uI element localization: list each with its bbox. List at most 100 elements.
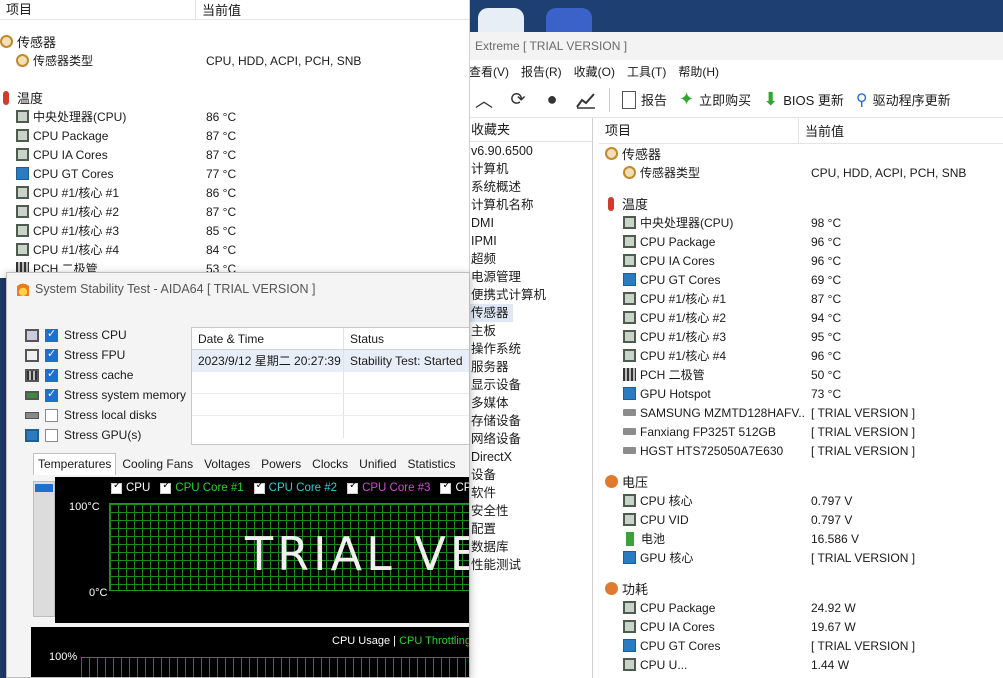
- table-row[interactable]: CPU Package 96 °C: [605, 232, 1003, 251]
- refresh-icon[interactable]: ⟳: [507, 89, 529, 111]
- log-col-status[interactable]: Status: [344, 328, 384, 349]
- table-row[interactable]: CPU #1/核心 #3 95 °C: [605, 327, 1003, 346]
- group-sensor[interactable]: 传感器: [605, 144, 1003, 163]
- log-row[interactable]: 2023/9/12 星期二 20:27:39 Stability Test: S…: [192, 350, 469, 372]
- group-voltage[interactable]: 电压: [605, 472, 1003, 491]
- table-row[interactable]: HGST HTS725050A7E630 [ TRIAL VERSION ]: [605, 441, 1003, 460]
- nav-item-network[interactable]: 网络设备: [463, 430, 592, 448]
- nav-item-summary[interactable]: 系统概述: [463, 178, 592, 196]
- nav-item-directx[interactable]: DirectX: [463, 448, 592, 466]
- column-item[interactable]: 项目: [0, 0, 196, 19]
- menu-report[interactable]: 报告(R): [521, 63, 562, 80]
- nav-item-storage[interactable]: 存储设备: [463, 412, 592, 430]
- table-row[interactable]: CPU #1/核心 #3 85 °C: [0, 221, 469, 240]
- menu-help[interactable]: 帮助(H): [678, 63, 719, 80]
- tab-statistics[interactable]: Statistics: [403, 453, 461, 475]
- table-row[interactable]: GPU 核心 [ TRIAL VERSION ]: [605, 548, 1003, 567]
- nav-item-os[interactable]: 操作系统: [463, 340, 592, 358]
- menu-tools[interactable]: 工具(T): [627, 63, 666, 80]
- legend-checkbox[interactable]: [440, 480, 452, 494]
- desktop-app-icon[interactable]: [478, 8, 524, 34]
- up-arrow-icon[interactable]: ︿: [473, 89, 495, 111]
- table-row[interactable]: CPU U... 1.44 W: [605, 655, 1003, 674]
- group-temperature[interactable]: 温度: [605, 194, 1003, 213]
- nav-item-sensor[interactable]: 传感器: [463, 304, 513, 322]
- nav-item-display[interactable]: 显示设备: [463, 376, 592, 394]
- window-title-bar[interactable]: System Stability Test - AIDA64 [ TRIAL V…: [7, 273, 469, 305]
- table-row[interactable]: CPU #1/核心 #2 87 °C: [0, 202, 469, 221]
- stress-fpu-checkbox[interactable]: [45, 347, 58, 362]
- table-row[interactable]: CPU #1/核心 #2 94 °C: [605, 308, 1003, 327]
- tab-powers[interactable]: Powers: [256, 453, 306, 475]
- table-row[interactable]: CPU Package 87 °C: [0, 126, 469, 145]
- nav-item-computer-name[interactable]: 计算机名称: [463, 196, 592, 214]
- table-row[interactable]: CPU 核心 0.797 V: [605, 491, 1003, 510]
- nav-item-version[interactable]: v6.90.6500: [463, 142, 592, 160]
- nav-item-portable[interactable]: 便携式计算机: [463, 286, 592, 304]
- stress-gpu-option[interactable]: Stress GPU(s): [25, 425, 195, 445]
- table-row[interactable]: CPU #1/核心 #1 86 °C: [0, 183, 469, 202]
- tab-clocks[interactable]: Clocks: [307, 453, 353, 475]
- bios-update-button[interactable]: ⬇ BIOS 更新: [763, 89, 844, 110]
- table-row[interactable]: CPU VID 0.797 V: [605, 510, 1003, 529]
- nav-item-devices[interactable]: 设备: [463, 466, 592, 484]
- legend-core3[interactable]: CPU Core #3: [347, 480, 430, 494]
- legend-checkbox[interactable]: [160, 480, 172, 494]
- group-temperature[interactable]: 温度: [0, 88, 469, 107]
- table-row[interactable]: CPU #1/核心 #4 84 °C: [0, 240, 469, 259]
- nav-item-security[interactable]: 安全性: [463, 502, 592, 520]
- stress-cache-option[interactable]: Stress cache: [25, 365, 195, 385]
- legend-core1[interactable]: CPU Core #1: [160, 480, 244, 494]
- table-row[interactable]: 中央处理器(CPU) 98 °C: [605, 213, 1003, 232]
- nav-item-database[interactable]: 数据库: [463, 538, 592, 556]
- legend-checkbox[interactable]: [347, 480, 359, 494]
- nav-item-dmi[interactable]: DMI: [463, 214, 592, 232]
- table-row[interactable]: PCH 二极管 50 °C: [605, 365, 1003, 384]
- stress-cache-checkbox[interactable]: [45, 367, 58, 382]
- favorites-header[interactable]: 收藏夹: [463, 118, 592, 142]
- table-row[interactable]: 电池 16.586 V: [605, 529, 1003, 548]
- tab-unified[interactable]: Unified: [354, 453, 401, 475]
- nav-item-ipmi[interactable]: IPMI: [463, 232, 592, 250]
- chart-icon[interactable]: [575, 89, 597, 111]
- stress-cpu-checkbox[interactable]: [45, 327, 58, 342]
- legend-cpu[interactable]: CPU: [111, 480, 150, 494]
- nav-item-computer[interactable]: 计算机: [463, 160, 592, 178]
- driver-update-button[interactable]: ⚲ 驱动程序更新: [856, 90, 951, 110]
- table-row[interactable]: CPU Package 24.92 W: [605, 598, 1003, 617]
- table-row[interactable]: CPU IA Cores 96 °C: [605, 251, 1003, 270]
- legend-core2[interactable]: CPU Core #2: [253, 480, 337, 494]
- table-row[interactable]: Fanxiang FP325T 512GB [ TRIAL VERSION ]: [605, 422, 1003, 441]
- nav-item-overclock[interactable]: 超频: [463, 250, 592, 268]
- legend-checkbox[interactable]: [253, 480, 265, 494]
- table-row[interactable]: SAMSUNG MZMTD128HAFV... [ TRIAL VERSION ]: [605, 403, 1003, 422]
- menu-favorites[interactable]: 收藏(O): [574, 63, 615, 80]
- nav-item-software[interactable]: 软件: [463, 484, 592, 502]
- legend-checkbox[interactable]: [111, 480, 122, 494]
- menu-view[interactable]: 查看(V): [469, 63, 509, 80]
- nav-item-motherboard[interactable]: 主板: [463, 322, 592, 340]
- legend-core4[interactable]: CPU C: [440, 480, 469, 494]
- tab-voltages[interactable]: Voltages: [199, 453, 255, 475]
- column-item[interactable]: 项目: [599, 118, 799, 143]
- table-row[interactable]: 传感器类型 CPU, HDD, ACPI, PCH, SNB: [0, 51, 469, 70]
- stress-fpu-option[interactable]: Stress FPU: [25, 345, 195, 365]
- table-row[interactable]: CPU IA Cores 19.67 W: [605, 617, 1003, 636]
- user-icon[interactable]: ●: [541, 89, 563, 111]
- table-row[interactable]: CPU #1/核心 #1 87 °C: [605, 289, 1003, 308]
- nav-item-multimedia[interactable]: 多媒体: [463, 394, 592, 412]
- table-row[interactable]: CPU GT Cores [ TRIAL VERSION ]: [605, 636, 1003, 655]
- table-row[interactable]: CPU GT Cores 69 °C: [605, 270, 1003, 289]
- stress-disks-checkbox[interactable]: [45, 408, 58, 422]
- nav-item-config[interactable]: 配置: [463, 520, 592, 538]
- column-value[interactable]: 当前值: [196, 0, 241, 19]
- table-row[interactable]: 传感器类型 CPU, HDD, ACPI, PCH, SNB: [605, 163, 1003, 182]
- scrollbar-thumb[interactable]: [35, 484, 53, 492]
- nav-item-power-management[interactable]: 电源管理: [463, 268, 592, 286]
- table-row[interactable]: CPU IA Cores 87 °C: [0, 145, 469, 164]
- table-row[interactable]: GPU Hotspot 73 °C: [605, 384, 1003, 403]
- table-row[interactable]: CPU #1/核心 #4 96 °C: [605, 346, 1003, 365]
- graph-scrollbar[interactable]: [33, 481, 55, 617]
- stress-gpu-checkbox[interactable]: [45, 428, 58, 442]
- group-sensor[interactable]: 传感器: [0, 32, 469, 51]
